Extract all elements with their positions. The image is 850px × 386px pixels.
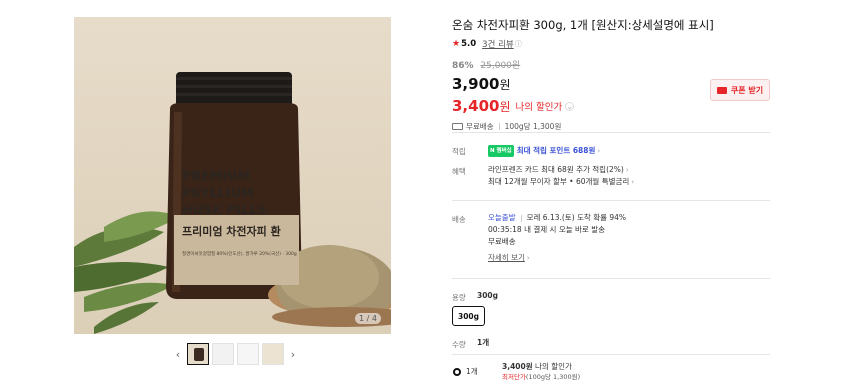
lowest-unit-detail: (100g당 1,300원) <box>525 373 581 381</box>
quantity-value: 1개 <box>477 338 490 347</box>
my-price-row: 3,400원 나의 할인가 ⌄ 쿠폰 받기 <box>452 79 770 117</box>
shipping-row: 무료배송 100g당 1,300원 <box>452 121 770 132</box>
sale-price: 3,900 <box>452 75 500 93</box>
quantity-label: 수량 <box>452 340 466 349</box>
chevron-right-icon: › <box>625 166 629 174</box>
my-discount-price: 3,400원 <box>452 97 511 115</box>
rating-value: 5.0 <box>461 39 477 49</box>
thumbnail-strip: ‹ › <box>172 343 299 365</box>
discount-row: 86% 25,000원 <box>452 58 770 71</box>
selected-price-label: 나의 할인가 <box>535 362 572 371</box>
capacity-label: 용량 <box>452 293 466 302</box>
chevron-down-icon[interactable]: ⌄ <box>565 101 575 111</box>
original-price: 25,000원 <box>480 61 521 71</box>
product-main-image[interactable]: PREMIUM PSYLLIUM HUSK PILLS 프리미엄 차전자피 환 … <box>74 17 391 334</box>
divider <box>452 354 770 355</box>
chevron-right-icon: › <box>526 254 530 262</box>
discount-percent: 86% <box>452 61 474 71</box>
benefit-lines: 라인프렌즈 카드 최대 68원 추가 적립(2%) › 최대 12개월 무이자 할… <box>488 164 634 188</box>
thumbnail-3[interactable] <box>237 343 259 365</box>
delivery-details-link[interactable]: 자세히 보기 <box>488 253 525 262</box>
my-discount-price-unit: 원 <box>499 100 511 114</box>
lowest-unit-label: 최저단가 <box>502 373 526 381</box>
selected-qty: 1개 <box>466 367 478 376</box>
product-info: 온숨 차전자피환 300g, 1개 [원산지:상세설명에 표시] ★ 5.0 3… <box>452 17 770 132</box>
delivery-free: 무료배송 <box>488 237 516 246</box>
arrival-estimate: 모레 6.13.(토) 도착 확률 94% <box>526 213 627 222</box>
rating-row: ★ 5.0 3건 리뷰 ⓘ <box>452 38 770 50</box>
info-icon[interactable]: ⓘ <box>515 39 522 49</box>
today-dispatch: 오늘출발 <box>488 213 516 222</box>
benefit-label: 혜택 <box>452 167 466 176</box>
divider <box>452 132 770 133</box>
points-row[interactable]: N 멤버십 최대 적립 포인트 688원 › <box>488 145 600 157</box>
review-count-link[interactable]: 3건 리뷰 <box>482 38 514 50</box>
truck-icon <box>452 123 463 130</box>
image-counter: 1 / 4 <box>355 313 381 324</box>
thumbnail-prev-arrow[interactable]: ‹ <box>172 348 184 361</box>
installment-benefit-text: 최대 12개월 무이자 할부 • 60개월 특별금리 <box>488 177 630 186</box>
jar-label: PREMIUM PSYLLIUM HUSK PILLS 프리미엄 차전자피 환 … <box>174 145 299 285</box>
card-benefit-text: 라인프렌즈 카드 최대 68원 추가 적립(2%) <box>488 165 624 174</box>
naver-membership-badge: N 멤버십 <box>488 145 514 157</box>
star-icon: ★ <box>452 39 461 49</box>
jar-label-fine-print: 질경이씨앗겉껍질 80%(인도산), 쌀가루 20%(국산) · 300g <box>182 252 297 257</box>
product-title: 온숨 차전자피환 300g, 1개 [원산지:상세설명에 표시] <box>452 18 714 32</box>
free-shipping: 무료배송 <box>466 122 494 131</box>
sale-price-unit: 원 <box>499 78 511 92</box>
chevron-right-icon: › <box>597 147 601 155</box>
capacity-value: 300g <box>477 291 499 300</box>
thumbnail-next-arrow[interactable]: › <box>287 348 299 361</box>
coupon-icon <box>716 86 727 94</box>
thumbnail-1[interactable] <box>187 343 209 365</box>
chevron-right-icon: › <box>631 178 635 186</box>
selected-price-block: 3,400원 나의 할인가 최저단가(100g당 1,300원) <box>502 361 580 382</box>
card-benefit[interactable]: 라인프렌즈 카드 최대 68원 추가 적립(2%) › <box>488 164 634 176</box>
coupon-button[interactable]: 쿠폰 받기 <box>710 79 770 101</box>
thumbnail-4[interactable] <box>262 343 284 365</box>
divider <box>452 200 770 201</box>
my-discount-price-value: 3,400 <box>452 97 500 115</box>
my-discount-label: 나의 할인가 <box>515 102 563 113</box>
delivery-label: 배송 <box>452 215 466 224</box>
delivery-info: 오늘출발 모레 6.13.(토) 도착 확률 94% 00:35:18 내 결제 … <box>488 212 626 264</box>
quantity-radio[interactable] <box>453 368 461 376</box>
installment-benefit[interactable]: 최대 12개월 무이자 할부 • 60개월 특별금리 › <box>488 176 634 188</box>
option-300g-button[interactable]: 300g <box>452 306 485 326</box>
thumbnail-2[interactable] <box>212 343 234 365</box>
divider <box>452 278 770 279</box>
jar-label-korean: 프리미엄 차전자피 환 <box>182 225 281 238</box>
countdown: 00:35:18 내 결제 시 오늘 바로 발송 <box>488 225 605 234</box>
jar-label-english: PREMIUM PSYLLIUM HUSK PILLS <box>182 168 267 217</box>
max-points-link[interactable]: 최대 적립 포인트 688원 <box>517 146 596 155</box>
unit-price: 100g당 1,300원 <box>504 122 562 131</box>
points-label: 적립 <box>452 147 466 156</box>
coupon-button-label: 쿠폰 받기 <box>730 85 764 95</box>
jar-label-korean-band: 프리미엄 차전자피 환 질경이씨앗겉껍질 80%(인도산), 쌀가루 20%(국… <box>174 215 299 285</box>
selected-price: 3,400원 <box>502 362 533 371</box>
